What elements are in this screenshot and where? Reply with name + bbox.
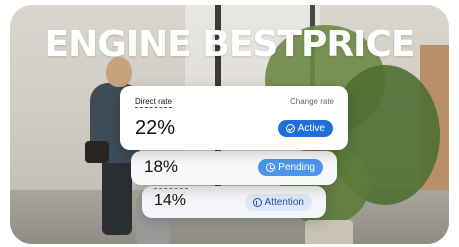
column-header-direct-rate: Direct rate bbox=[135, 97, 172, 108]
rate-value: 22% bbox=[135, 117, 176, 139]
divider bbox=[154, 188, 188, 189]
rate-value: 14% bbox=[154, 192, 187, 209]
status-label: Pending bbox=[278, 162, 315, 173]
clock-icon bbox=[266, 163, 276, 172]
check-circle-icon bbox=[285, 124, 295, 133]
status-label: Attention bbox=[264, 197, 304, 208]
rate-value: 18% bbox=[144, 157, 179, 176]
status-badge-attention: Attention bbox=[244, 194, 312, 211]
status-badge-pending: Pending bbox=[258, 159, 323, 176]
headline: ENGINE BESTPRICE bbox=[44, 24, 416, 65]
person-legs bbox=[102, 155, 132, 235]
status-label: Active bbox=[297, 123, 325, 134]
plant-pot bbox=[305, 220, 353, 244]
info-icon bbox=[252, 198, 262, 207]
rate-row-pending: 18% Pending bbox=[131, 151, 337, 185]
status-badge-active: Active bbox=[277, 120, 333, 137]
handbag bbox=[85, 141, 109, 163]
rate-card: Direct rate Change rate 22% Active bbox=[120, 86, 348, 150]
column-header-change-rate: Change rate bbox=[289, 97, 334, 106]
rate-row-attention: 14% Attention bbox=[142, 186, 326, 218]
